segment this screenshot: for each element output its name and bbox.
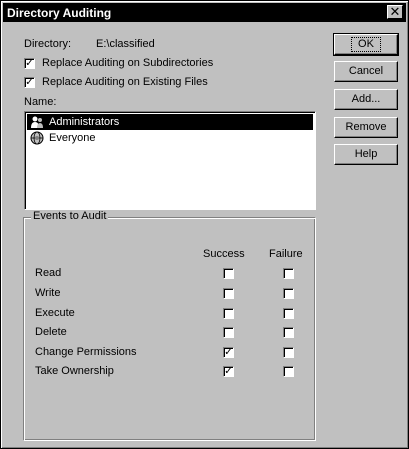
checkmark-icon: ✓ — [224, 347, 233, 358]
replace-subdirectories-checkbox[interactable]: ✓ — [24, 58, 35, 69]
event-label-execute: Execute — [35, 307, 75, 319]
name-label: Name: — [24, 96, 57, 108]
take-ownership-success-checkbox[interactable]: ✓ — [223, 366, 234, 377]
close-button[interactable]: ✕ — [387, 5, 403, 19]
events-group-title: Events to Audit — [31, 210, 109, 222]
event-label-read: Read — [35, 267, 62, 279]
event-label-delete: Delete — [35, 326, 67, 338]
globe-icon — [30, 131, 44, 145]
directory-label: Directory: — [24, 38, 72, 50]
replace-existing-files-checkbox[interactable]: ✓ — [24, 77, 35, 88]
help-button-label: Help — [354, 148, 378, 160]
read-success-checkbox[interactable] — [223, 268, 234, 279]
remove-button-label: Remove — [345, 121, 387, 133]
event-label-change-permissions: Change Permissions — [35, 346, 137, 358]
failure-header: Failure — [269, 248, 303, 260]
ok-button-label: OK — [351, 37, 381, 52]
list-item-label: Everyone — [49, 132, 96, 144]
checkmark-icon: ✓ — [25, 77, 34, 88]
execute-success-checkbox[interactable] — [223, 308, 234, 319]
name-listbox[interactable]: Administrators Everyone — [24, 111, 316, 210]
close-icon: ✕ — [389, 4, 401, 19]
read-failure-checkbox[interactable] — [283, 268, 294, 279]
ok-button[interactable]: OK — [333, 33, 399, 56]
execute-failure-checkbox[interactable] — [283, 308, 294, 319]
replace-subdirectories-label: Replace Auditing on Subdirectories — [42, 57, 214, 69]
directory-value: E:\classified — [96, 38, 155, 50]
take-ownership-failure-checkbox[interactable] — [283, 366, 294, 377]
add-button-label: Add... — [351, 93, 381, 105]
help-button[interactable]: Help — [334, 144, 398, 165]
add-button[interactable]: Add... — [334, 89, 398, 110]
checkmark-icon: ✓ — [224, 366, 233, 377]
delete-failure-checkbox[interactable] — [283, 327, 294, 338]
list-item-administrators[interactable]: Administrators — [27, 114, 313, 130]
change-permissions-success-checkbox[interactable]: ✓ — [223, 347, 234, 358]
title-bar[interactable]: Directory Auditing ✕ — [3, 3, 406, 22]
replace-existing-files-label: Replace Auditing on Existing Files — [42, 76, 208, 88]
list-item-label: Administrators — [49, 116, 120, 128]
write-success-checkbox[interactable] — [223, 288, 234, 299]
cancel-button[interactable]: Cancel — [334, 61, 398, 82]
success-header: Success — [203, 248, 245, 260]
dialog-window: Directory Auditing ✕ Directory: E:\class… — [0, 0, 409, 449]
change-permissions-failure-checkbox[interactable] — [283, 347, 294, 358]
write-failure-checkbox[interactable] — [283, 288, 294, 299]
event-label-write: Write — [35, 287, 61, 299]
group-icon — [31, 116, 43, 128]
checkmark-icon: ✓ — [25, 58, 34, 69]
event-label-take-ownership: Take Ownership — [35, 365, 114, 377]
cancel-button-label: Cancel — [348, 65, 384, 77]
remove-button[interactable]: Remove — [334, 117, 398, 138]
delete-success-checkbox[interactable] — [223, 327, 234, 338]
window-title: Directory Auditing — [7, 6, 112, 20]
